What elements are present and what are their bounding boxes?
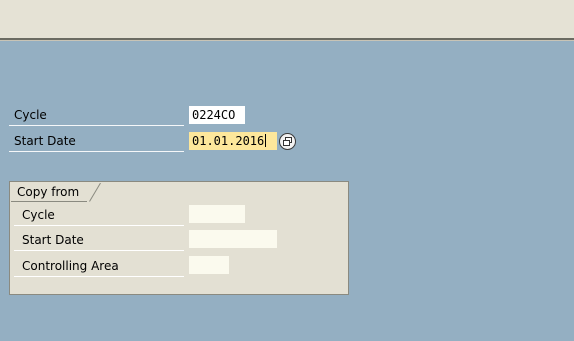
copy-cycle-label: Cycle: [22, 208, 55, 222]
cycle-label-underline: [9, 125, 184, 126]
copy-start-date-underline: [14, 250, 184, 251]
start-date-label: Start Date: [14, 134, 76, 148]
copy-cycle-underline: [14, 225, 184, 226]
cycle-field[interactable]: 0224CO: [189, 106, 245, 124]
copy-from-group: Copy from Cycle Start Date Controlling A…: [9, 181, 349, 295]
copy-from-title: Copy from: [11, 183, 88, 202]
cycle-label: Cycle: [14, 108, 47, 122]
group-tab-edge: [89, 183, 101, 202]
possible-entries-icon[interactable]: [279, 133, 296, 150]
start-date-label-underline: [9, 151, 184, 152]
copy-controlling-area-underline: [14, 276, 184, 277]
sap-screen: Cycle 0224CO Start Date 01.01.2016 Copy …: [0, 0, 574, 341]
application-toolbar: [0, 0, 574, 40]
copy-controlling-area-label: Controlling Area: [22, 259, 119, 273]
text-cursor: [265, 134, 267, 147]
copy-controlling-area-field[interactable]: [189, 256, 229, 274]
start-date-field[interactable]: 01.01.2016: [189, 132, 277, 150]
copy-start-date-field[interactable]: [189, 230, 277, 248]
start-date-value: 01.01.2016: [192, 134, 265, 148]
copy-cycle-field[interactable]: [189, 205, 245, 223]
copy-start-date-label: Start Date: [22, 233, 84, 247]
